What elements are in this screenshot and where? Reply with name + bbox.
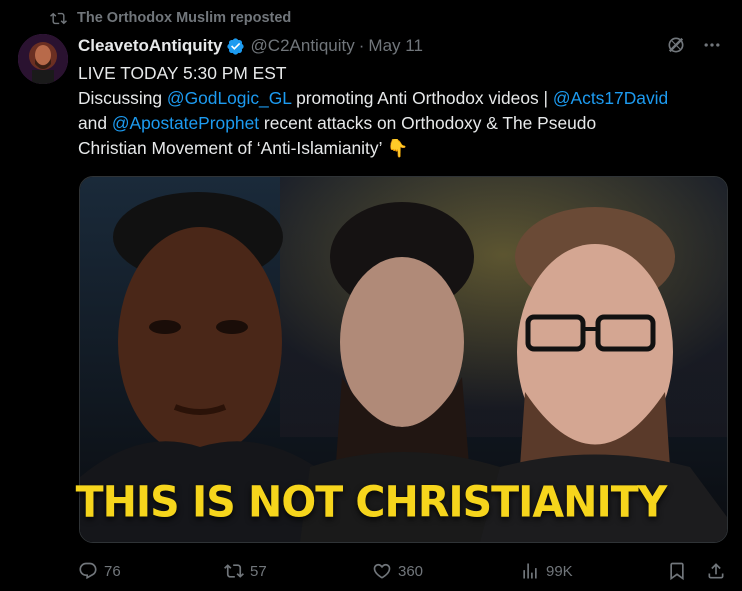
more-options-icon[interactable] — [702, 35, 722, 55]
text-segment: Discussing — [78, 88, 167, 108]
repost-count: 57 — [250, 562, 267, 580]
text-segment: promoting Anti Orthodox videos | — [291, 88, 553, 108]
repost-indicator[interactable]: The Orthodox Muslim reposted — [50, 8, 291, 28]
grok-icon[interactable] — [666, 35, 686, 55]
tweet-header: CleavetoAntiquity @C2Antiquity · May 11 — [78, 35, 722, 57]
header-actions — [666, 35, 722, 55]
views-button[interactable]: 99K — [520, 561, 573, 581]
repost-icon — [224, 564, 244, 578]
repost-label: The Orthodox Muslim reposted — [77, 10, 292, 26]
tweet-line-3: and @ApostateProphet recent attacks on O… — [78, 111, 728, 136]
like-count: 360 — [398, 562, 424, 580]
bookmark-button[interactable] — [667, 561, 687, 581]
reply-count: 76 — [104, 562, 121, 580]
analytics-icon — [523, 563, 537, 579]
share-icon — [708, 563, 724, 579]
reply-button[interactable]: 76 — [78, 561, 121, 581]
text-segment: and — [78, 113, 112, 133]
pointing-down-emoji: 👇 — [386, 138, 409, 158]
heart-icon — [373, 563, 391, 579]
mention-acts17david[interactable]: @Acts17David — [553, 88, 668, 108]
mention-godlogic[interactable]: @GodLogic_GL — [167, 88, 291, 108]
share-button[interactable] — [706, 561, 726, 581]
author-handle[interactable]: @C2Antiquity — [251, 36, 355, 56]
bookmark-icon — [670, 562, 684, 581]
tweet-line-2: Discussing @GodLogic_GL promoting Anti O… — [78, 86, 728, 111]
separator-dot: · — [358, 36, 365, 55]
repost-button[interactable]: 57 — [224, 561, 267, 581]
tweet-actions: 76 57 360 99K — [78, 558, 728, 584]
thumbnail-banner-text: THIS IS NOT CHRISTIANITY — [75, 476, 668, 528]
reply-icon — [79, 562, 97, 580]
tweet-line-1: LIVE TODAY 5:30 PM EST — [78, 63, 287, 83]
like-button[interactable]: 360 — [372, 561, 423, 581]
verified-badge-icon — [226, 37, 244, 55]
repost-icon — [50, 12, 67, 24]
text-segment: recent attacks on Orthodoxy & The Pseudo — [259, 113, 597, 133]
tweet-line-4: Christian Movement of ‘Anti-Islamianity’… — [78, 136, 728, 161]
mention-apostateprophet[interactable]: @ApostateProphet — [112, 113, 259, 133]
view-count: 99K — [546, 562, 573, 580]
author-name[interactable]: CleavetoAntiquity — [78, 36, 223, 56]
tweet-text: LIVE TODAY 5:30 PM EST Discussing @GodLo… — [78, 61, 728, 161]
avatar[interactable] — [18, 34, 68, 84]
text-segment: Christian Movement of ‘Anti-Islamianity’ — [78, 138, 382, 158]
tweet-date[interactable]: May 11 — [368, 36, 423, 56]
